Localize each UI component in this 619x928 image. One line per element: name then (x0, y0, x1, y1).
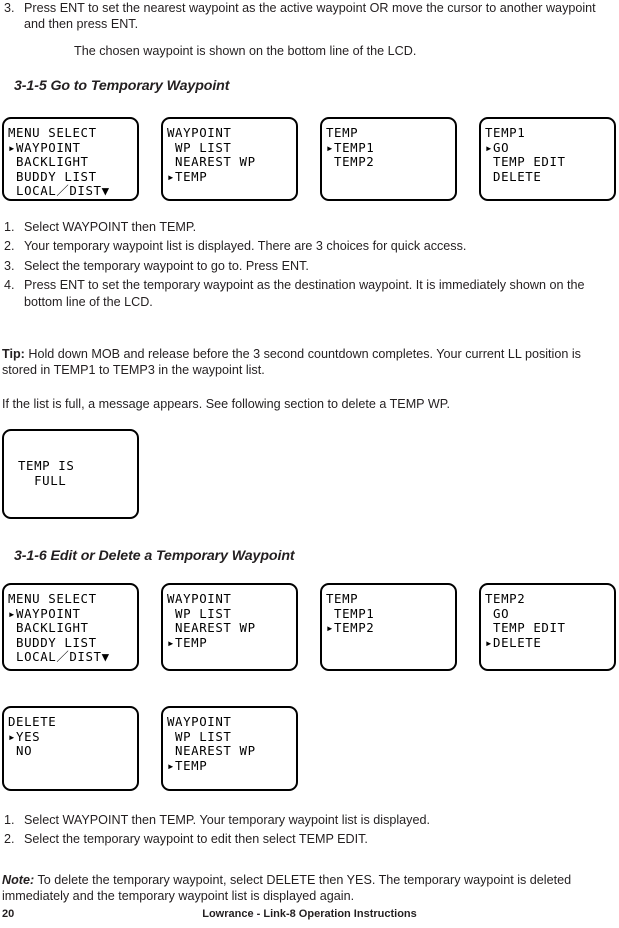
lcd-line: WP LIST (167, 139, 232, 155)
lcd-line: ▸TEMP (167, 757, 208, 773)
lcd-line: MENU SELECT (8, 591, 97, 606)
lcd-screen-temp-is-full: TEMP IS FULL (2, 429, 139, 519)
list-item-number: 2. (4, 239, 15, 254)
lcd-line: TEMP IS (18, 458, 75, 473)
document-page: 3. Press ENT to set the nearest waypoint… (0, 0, 619, 928)
lcd-screen-waypoint-menu: WAYPOINT WP LIST NEAREST WP ▸TEMP (161, 117, 298, 201)
tip-paragraph: Tip: Hold down MOB and release before th… (2, 346, 619, 379)
list-full-paragraph: If the list is full, a message appears. … (2, 397, 451, 411)
note-paragraph: Note: To delete the temporary waypoint, … (2, 872, 619, 905)
lcd-line: ▸TEMP2 (326, 620, 375, 636)
list-item-text: Select the temporary waypoint to edit th… (24, 832, 368, 847)
lcd-screen-menu-select: MENU SELECT ▸WAYPOINT BACKLIGHT BUDDY LI… (2, 117, 139, 201)
lcd-line: BUDDY LIST (8, 168, 97, 184)
lcd-line: WAYPOINT (167, 591, 232, 606)
lcd-line: ▸TEMP (167, 168, 208, 184)
lcd-line: WP LIST (167, 605, 232, 621)
lcd-line: LOCAL／DIST▼ (8, 183, 110, 199)
list-item: 1. Select WAYPOINT then TEMP. Your tempo… (2, 812, 617, 828)
lcd-line: TEMP1 (485, 125, 526, 140)
list-item: 2. Your temporary waypoint list is displ… (2, 238, 617, 254)
lcd-line: BACKLIGHT (8, 620, 89, 636)
page-footer: 20 Lowrance - Link-8 Operation Instructi… (0, 908, 619, 924)
lcd-screen-temp-list-2: TEMP TEMP1 ▸TEMP2 (320, 583, 457, 671)
lcd-line: GO (485, 605, 510, 621)
steps-list-3-1-6: 1. Select WAYPOINT then TEMP. Your tempo… (2, 812, 617, 851)
list-item-text: Select WAYPOINT then TEMP. (24, 220, 197, 234)
lcd-line: NEAREST WP (167, 154, 256, 170)
lcd-line: TEMP2 (326, 154, 375, 170)
lcd-line: TEMP1 (326, 605, 375, 621)
lcd-line: ▸YES (8, 728, 41, 744)
lcd-screen-temp1-options: TEMP1 ▸GO TEMP EDIT DELETE (479, 117, 616, 201)
top-note-paragraph: The chosen waypoint is shown on the bott… (74, 44, 417, 58)
lcd-line: ▸TEMP (167, 634, 208, 650)
list-item-number: 1. (4, 813, 15, 827)
lcd-line: ▸DELETE (485, 634, 542, 650)
list-item: 4. Press ENT to set the temporary waypoi… (2, 277, 617, 310)
lcd-line: ▸WAYPOINT (8, 139, 81, 155)
lcd-line: WP LIST (167, 728, 232, 744)
list-item-number: 3. (4, 1, 15, 15)
list-item-text: Select WAYPOINT then TEMP. Your temporar… (24, 813, 430, 827)
section-heading-3-1-6: 3-1-6 Edit or Delete a Temporary Waypoin… (14, 548, 295, 564)
lcd-line: FULL (18, 472, 67, 488)
lcd-line: TEMP (326, 125, 359, 140)
steps-list-3-1-5: 1. Select WAYPOINT then TEMP. 2. Your te… (2, 219, 617, 313)
lcd-line: DELETE (8, 714, 57, 729)
lcd-line: WAYPOINT (167, 714, 232, 729)
list-item-number: 2. (4, 832, 15, 847)
list-item-number: 1. (4, 220, 15, 234)
lcd-screen-temp2-options: TEMP2 GO TEMP EDIT ▸DELETE (479, 583, 616, 671)
lcd-screen-waypoint-menu-3: WAYPOINT WP LIST NEAREST WP ▸TEMP (161, 706, 298, 791)
lcd-screen-delete-confirm: DELETE ▸YES NO (2, 706, 139, 791)
section-heading-3-1-5: 3-1-5 Go to Temporary Waypoint (14, 78, 230, 94)
lcd-line: TEMP EDIT (485, 620, 566, 636)
footer-title: Lowrance - Link-8 Operation Instructions (202, 908, 417, 920)
lcd-line: ▸WAYPOINT (8, 605, 81, 621)
lcd-line: DELETE (485, 168, 542, 184)
list-item-text: Press ENT to set the nearest waypoint as… (24, 1, 596, 32)
note-text: To delete the temporary waypoint, select… (2, 873, 572, 904)
lcd-line: TEMP (326, 591, 359, 606)
lcd-line: BACKLIGHT (8, 154, 89, 170)
lcd-line: ▸GO (485, 139, 510, 155)
lcd-line: WAYPOINT (167, 125, 232, 140)
lcd-line: NEAREST WP (167, 743, 256, 759)
lcd-line: ▸TEMP1 (326, 139, 375, 155)
lcd-line: BUDDY LIST (8, 634, 97, 650)
tip-label: Tip: (2, 347, 25, 361)
lcd-line: TEMP2 (485, 591, 526, 606)
note-label: Note: (2, 873, 35, 887)
list-item-text: Press ENT to set the temporary waypoint … (24, 278, 585, 309)
list-item: 1. Select WAYPOINT then TEMP. (2, 219, 617, 235)
list-item: 3. Select the temporary waypoint to go t… (2, 258, 617, 274)
tip-text: Hold down MOB and release before the 3 s… (2, 347, 581, 378)
list-item-number: 3. (4, 258, 15, 273)
lcd-screen-temp-list: TEMP ▸TEMP1 TEMP2 (320, 117, 457, 201)
lcd-line: MENU SELECT (8, 125, 97, 140)
list-item-number: 4. (4, 278, 15, 293)
lcd-line: LOCAL／DIST▼ (8, 649, 110, 665)
lcd-screen-menu-select-2: MENU SELECT ▸WAYPOINT BACKLIGHT BUDDY LI… (2, 583, 139, 671)
list-item-text: Your temporary waypoint list is displaye… (24, 239, 467, 254)
list-item: 3. Press ENT to set the nearest waypoint… (2, 0, 617, 33)
list-item: 2. Select the temporary waypoint to edit… (2, 831, 617, 847)
top-continued-list: 3. Press ENT to set the nearest waypoint… (2, 0, 617, 36)
list-item-text: Select the temporary waypoint to go to. … (24, 258, 309, 273)
lcd-line: NEAREST WP (167, 620, 256, 636)
lcd-line: TEMP EDIT (485, 154, 566, 170)
lcd-screen-waypoint-menu-2: WAYPOINT WP LIST NEAREST WP ▸TEMP (161, 583, 298, 671)
lcd-line: NO (8, 743, 33, 759)
